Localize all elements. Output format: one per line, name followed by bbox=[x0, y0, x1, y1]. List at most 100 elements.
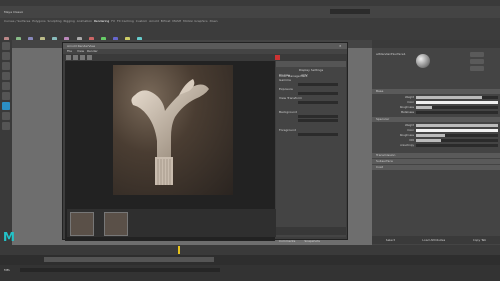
command-language[interactable]: MEL bbox=[4, 268, 10, 272]
section-base[interactable]: Base bbox=[372, 89, 500, 94]
color-swatch[interactable] bbox=[416, 100, 498, 104]
view-transform-select[interactable] bbox=[298, 101, 338, 104]
slider-fill bbox=[416, 105, 433, 109]
layout-side-icon[interactable] bbox=[2, 122, 10, 130]
tab-rigging[interactable]: Rigging bbox=[63, 19, 74, 23]
rotate-tool-icon[interactable] bbox=[2, 82, 10, 90]
tab-fx[interactable]: FX bbox=[111, 19, 115, 23]
tab-custom[interactable]: Custom bbox=[136, 19, 148, 23]
select-tool-icon[interactable] bbox=[2, 42, 10, 50]
snapshot-icon[interactable] bbox=[87, 55, 92, 60]
color-swatch[interactable] bbox=[416, 128, 498, 132]
background-color-field[interactable] bbox=[298, 119, 338, 122]
attr-row: Weight bbox=[374, 123, 498, 127]
snapshot-strip bbox=[67, 209, 277, 237]
section-background[interactable]: Background bbox=[276, 110, 346, 114]
section-subsurface[interactable]: Subsurface bbox=[372, 159, 500, 164]
tab-snapshots[interactable]: Snapshots bbox=[300, 239, 320, 243]
tab-fx-caching[interactable]: FX Caching bbox=[117, 19, 134, 23]
material-header bbox=[372, 48, 500, 88]
playback-controls bbox=[430, 257, 490, 272]
focus-button[interactable] bbox=[470, 52, 484, 57]
ipr-icon[interactable] bbox=[275, 55, 280, 60]
attr-row: IOR bbox=[374, 138, 498, 142]
slider[interactable] bbox=[416, 95, 498, 99]
render-toolbar bbox=[63, 54, 347, 61]
menu-render[interactable]: Render bbox=[87, 49, 98, 53]
close-icon[interactable]: ✕ bbox=[339, 44, 342, 48]
tab-animation[interactable]: Animation bbox=[77, 19, 92, 23]
slider[interactable] bbox=[416, 123, 498, 127]
current-time-marker[interactable] bbox=[178, 246, 180, 254]
slider[interactable] bbox=[416, 143, 498, 147]
status-line: Maya Classic bbox=[0, 6, 500, 24]
section-specular[interactable]: Specular bbox=[372, 117, 500, 122]
range-bar[interactable] bbox=[44, 257, 214, 262]
render-canvas[interactable] bbox=[65, 61, 277, 241]
tab-mash[interactable]: MASH bbox=[172, 19, 181, 23]
command-input[interactable] bbox=[20, 268, 220, 272]
attr-row: Anisotropy bbox=[374, 143, 498, 147]
layout-single-icon[interactable] bbox=[2, 102, 10, 110]
tab-bifrost[interactable]: Bifrost bbox=[161, 19, 171, 23]
attr-row: Roughness bbox=[374, 105, 498, 109]
section-coat[interactable]: Coat bbox=[372, 165, 500, 170]
tab-sculpting[interactable]: Sculpting bbox=[48, 19, 62, 23]
workspace-selector[interactable]: Maya Classic bbox=[4, 10, 23, 14]
slider[interactable] bbox=[416, 133, 498, 137]
tab-curves-surfaces[interactable]: Curves / Surfaces bbox=[4, 19, 30, 23]
snapshot-thumbnail[interactable] bbox=[104, 212, 129, 236]
side-tabs: Display AOV bbox=[276, 61, 346, 77]
slider[interactable] bbox=[416, 105, 498, 109]
menu-view[interactable]: View bbox=[77, 49, 84, 53]
tab-comments[interactable]: Comments bbox=[276, 239, 295, 243]
tab-arnold[interactable]: Arnold bbox=[149, 19, 159, 23]
bottom-tabs: Comments Snapshots bbox=[276, 227, 346, 243]
exposure-field[interactable] bbox=[298, 92, 338, 95]
section-foreground[interactable]: Foreground bbox=[276, 128, 346, 132]
slider[interactable] bbox=[416, 138, 498, 142]
slider[interactable] bbox=[416, 110, 498, 114]
gamma-field[interactable] bbox=[298, 83, 338, 86]
attribute-editor-buttons: Select Load Attributes Copy Tab bbox=[372, 236, 500, 244]
refresh-icon[interactable] bbox=[80, 55, 85, 60]
shelf: Curves / Surfaces Polygons Sculpting Rig… bbox=[0, 18, 500, 42]
time-slider[interactable] bbox=[0, 245, 500, 255]
move-tool-icon[interactable] bbox=[2, 72, 10, 80]
copy-tab-button[interactable]: Copy Tab bbox=[473, 238, 487, 242]
label-exposure: Exposure bbox=[279, 87, 293, 91]
material-swatch bbox=[416, 54, 430, 68]
attribute-editor-tabs: aiStandardSurface1 bbox=[372, 40, 500, 56]
layout-four-icon[interactable] bbox=[2, 112, 10, 120]
range-slider[interactable] bbox=[0, 255, 500, 272]
scale-tool-icon[interactable] bbox=[2, 92, 10, 100]
search-input[interactable] bbox=[330, 9, 370, 14]
lasso-tool-icon[interactable] bbox=[2, 52, 10, 60]
tab-motion-graphics[interactable]: Motion Graphics bbox=[183, 19, 207, 23]
menu-file[interactable]: File bbox=[67, 49, 72, 53]
label-gamma: Gamma bbox=[279, 78, 291, 82]
show-button[interactable] bbox=[470, 66, 484, 71]
slider-fill bbox=[416, 133, 445, 137]
tab-polygons[interactable]: Polygons bbox=[32, 19, 45, 23]
attribute-editor: aiStandardSurface1 Base Weight Color Rou… bbox=[372, 40, 500, 245]
tab-rendering[interactable]: Rendering bbox=[94, 19, 109, 23]
paint-select-icon[interactable] bbox=[2, 62, 10, 70]
snapshot-thumbnail[interactable] bbox=[70, 212, 94, 236]
window-title: Arnold RenderView bbox=[67, 44, 96, 48]
render-image bbox=[113, 65, 233, 195]
background-field[interactable] bbox=[298, 115, 338, 118]
tab-xgen[interactable]: XGen bbox=[209, 19, 217, 23]
toolbox bbox=[0, 40, 12, 245]
load-attributes-button[interactable]: Load Attributes bbox=[422, 238, 445, 242]
select-button[interactable]: Select bbox=[386, 238, 395, 242]
stop-icon[interactable] bbox=[73, 55, 78, 60]
presets-button[interactable] bbox=[470, 59, 484, 64]
attr-row: Color bbox=[374, 128, 498, 132]
section-transmission[interactable]: Transmission bbox=[372, 153, 500, 158]
render-icon[interactable] bbox=[66, 55, 71, 60]
slider-fill bbox=[416, 123, 498, 127]
render-view-window: Arnold RenderView ✕ File View Render Dis… bbox=[62, 42, 348, 243]
foreground-field[interactable] bbox=[298, 133, 338, 136]
command-line: MEL bbox=[0, 265, 500, 281]
